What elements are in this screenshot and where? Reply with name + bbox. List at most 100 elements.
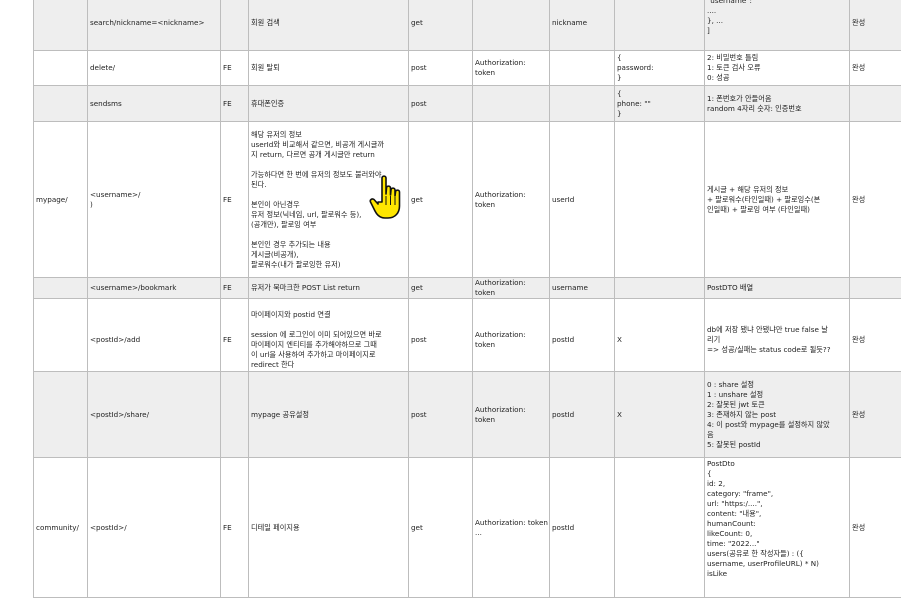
- cell-text: community/: [36, 523, 79, 532]
- cell-text: mypage/: [36, 195, 68, 204]
- request-body-cell: [615, 458, 705, 598]
- cell-line: 인일때) + 팔로잉 여부 (타인일때): [707, 205, 847, 215]
- cell-line: 0 : share 설정: [707, 380, 847, 390]
- page-cell: [34, 51, 88, 86]
- cell-text: <postId>/add: [90, 335, 140, 344]
- cell-line: + 팔로워수(타인일때) + 팔로잉수(본: [707, 195, 847, 205]
- cell-line: PostDTO 배열: [707, 283, 847, 293]
- cell-text: Authorization: token: [475, 330, 526, 349]
- cell-line: ...: [475, 528, 547, 538]
- feature-cell: 회원 검색: [249, 0, 409, 51]
- table-row: search/nickname=<nickname>회원 검색getnickna…: [34, 0, 901, 51]
- url-cell: search/nickname=<nickname>: [88, 0, 221, 51]
- url-cell: <postId>/share/: [88, 372, 221, 458]
- cell-line: 1: 폰번호가 안들어옴: [707, 94, 847, 104]
- cell-line: time: "2022...": [707, 539, 847, 549]
- cell-text: mypage 공유설정: [251, 410, 309, 419]
- cell-text: search/nickname=<nickname>: [90, 18, 204, 27]
- fe-cell: [221, 0, 249, 51]
- cell-line: {: [707, 469, 847, 479]
- cell-text: Authorization: token: [475, 278, 526, 297]
- cell-text: X: [617, 410, 622, 419]
- cell-line: 게시글 + 해당 유저의 정보: [707, 185, 847, 195]
- cell-line: [251, 320, 406, 330]
- cell-line: 음: [707, 430, 847, 440]
- cell-line: 1 : unshare 설정: [707, 390, 847, 400]
- path-variable-cell: [550, 86, 615, 122]
- cell-line: content: "내용",: [707, 509, 847, 519]
- cell-line: [251, 230, 406, 240]
- request-body-cell: X: [615, 372, 705, 458]
- page-cell: mypage/: [34, 122, 88, 278]
- url-cell: <postId>/: [88, 458, 221, 598]
- cell-text: 완성: [852, 195, 865, 204]
- fe-cell: FE: [221, 458, 249, 598]
- cell-text: FE: [223, 335, 232, 344]
- cell-line: 지 return, 다르면 공개 게시글만 return: [251, 150, 406, 160]
- path-variable-cell: userId: [550, 122, 615, 278]
- cell-line: }, ...: [707, 16, 847, 26]
- hand-pointer-icon: [368, 174, 408, 222]
- page-cell: [34, 0, 88, 51]
- page-cell: [34, 278, 88, 299]
- cell-text: get: [411, 195, 423, 204]
- cell-text: postId: [552, 410, 574, 419]
- status-cell: [850, 278, 901, 299]
- response-cell: "username":....}, ...]: [705, 0, 850, 51]
- cell-text: X: [617, 335, 622, 344]
- table-row: community/<postId>/FE디테일 페이지용getAuthoriz…: [34, 458, 901, 598]
- table-row: <postId>/share/mypage 공유설정postAuthorizat…: [34, 372, 901, 458]
- table-row: sendsmsFE휴대폰인증post{phone: ""}1: 폰번호가 안들어…: [34, 86, 901, 122]
- cell-text: username: [552, 283, 588, 292]
- response-cell: 1: 폰번호가 안들어옴random 4자리 숫자: 인증번호: [705, 86, 850, 122]
- cell-line: Authorization: token: [475, 518, 547, 528]
- status-cell: 완성: [850, 0, 901, 51]
- table-row: <username>/bookmarkFE유저가 북마크한 POST List …: [34, 278, 901, 299]
- cell-text: FE: [223, 283, 232, 292]
- cell-line: 5: 잘못된 postId: [707, 440, 847, 450]
- cell-text: FE: [223, 523, 232, 532]
- cell-line: session 에 로그인이 이미 되어있으면 바로: [251, 330, 406, 340]
- feature-cell: mypage 공유설정: [249, 372, 409, 458]
- status-cell: 완성: [850, 458, 901, 598]
- auth-header-cell: [473, 86, 550, 122]
- cell-text: 디테일 페이지용: [251, 523, 300, 532]
- status-cell: 완성: [850, 299, 901, 382]
- method-cell: get: [409, 0, 473, 51]
- feature-cell: 마이페이지와 postid 연결 session 에 로그인이 이미 되어있으면…: [249, 299, 409, 382]
- status-cell: [850, 86, 901, 122]
- cell-line: userId와 비교해서 같으면, 비공개 게시글까: [251, 140, 406, 150]
- table-row: mypage/<username>/)FE해당 유저의 정보userId와 비교…: [34, 122, 901, 278]
- auth-header-cell: Authorization: token: [473, 51, 550, 86]
- cell-text: get: [411, 18, 423, 27]
- url-cell: delete/: [88, 51, 221, 86]
- cell-line: 4: 이 post와 mypage를 설정하지 않았: [707, 420, 847, 430]
- path-variable-cell: postId: [550, 458, 615, 598]
- fe-cell: FE: [221, 51, 249, 86]
- auth-header-cell: Authorization: token...: [473, 458, 550, 598]
- feature-cell: 휴대폰인증: [249, 86, 409, 122]
- cell-text: <postId>/: [90, 523, 127, 532]
- cell-line: redirect 한다: [251, 360, 406, 370]
- cell-text: 완성: [852, 63, 865, 72]
- auth-header-cell: Authorization: token: [473, 299, 550, 382]
- cell-text: Authorization: token: [475, 190, 526, 209]
- cell-text: postId: [552, 523, 574, 532]
- cell-text: <username>/bookmark: [90, 283, 176, 292]
- request-body-cell: [615, 278, 705, 299]
- cell-text: post: [411, 99, 427, 108]
- cell-line: => 성공/실패는 status code로 될듯??: [707, 345, 847, 355]
- cell-line: 본인인 경우 추가되는 내용: [251, 240, 406, 250]
- cell-line: 1: 토큰 검사 오류: [707, 63, 847, 73]
- cell-line: 3: 존재하지 않는 post: [707, 410, 847, 420]
- cell-line: ): [90, 200, 218, 210]
- fe-cell: FE: [221, 122, 249, 278]
- auth-header-cell: Authorization: token: [473, 278, 550, 299]
- cell-line: random 4자리 숫자: 인증번호: [707, 104, 847, 114]
- cell-line: <username>/: [90, 190, 218, 200]
- cell-text: userId: [552, 195, 574, 204]
- feature-cell: 디테일 페이지용: [249, 458, 409, 598]
- response-cell: PostDTO 배열: [705, 278, 850, 299]
- cell-line: {: [617, 53, 702, 63]
- auth-header-cell: Authorization: token: [473, 122, 550, 278]
